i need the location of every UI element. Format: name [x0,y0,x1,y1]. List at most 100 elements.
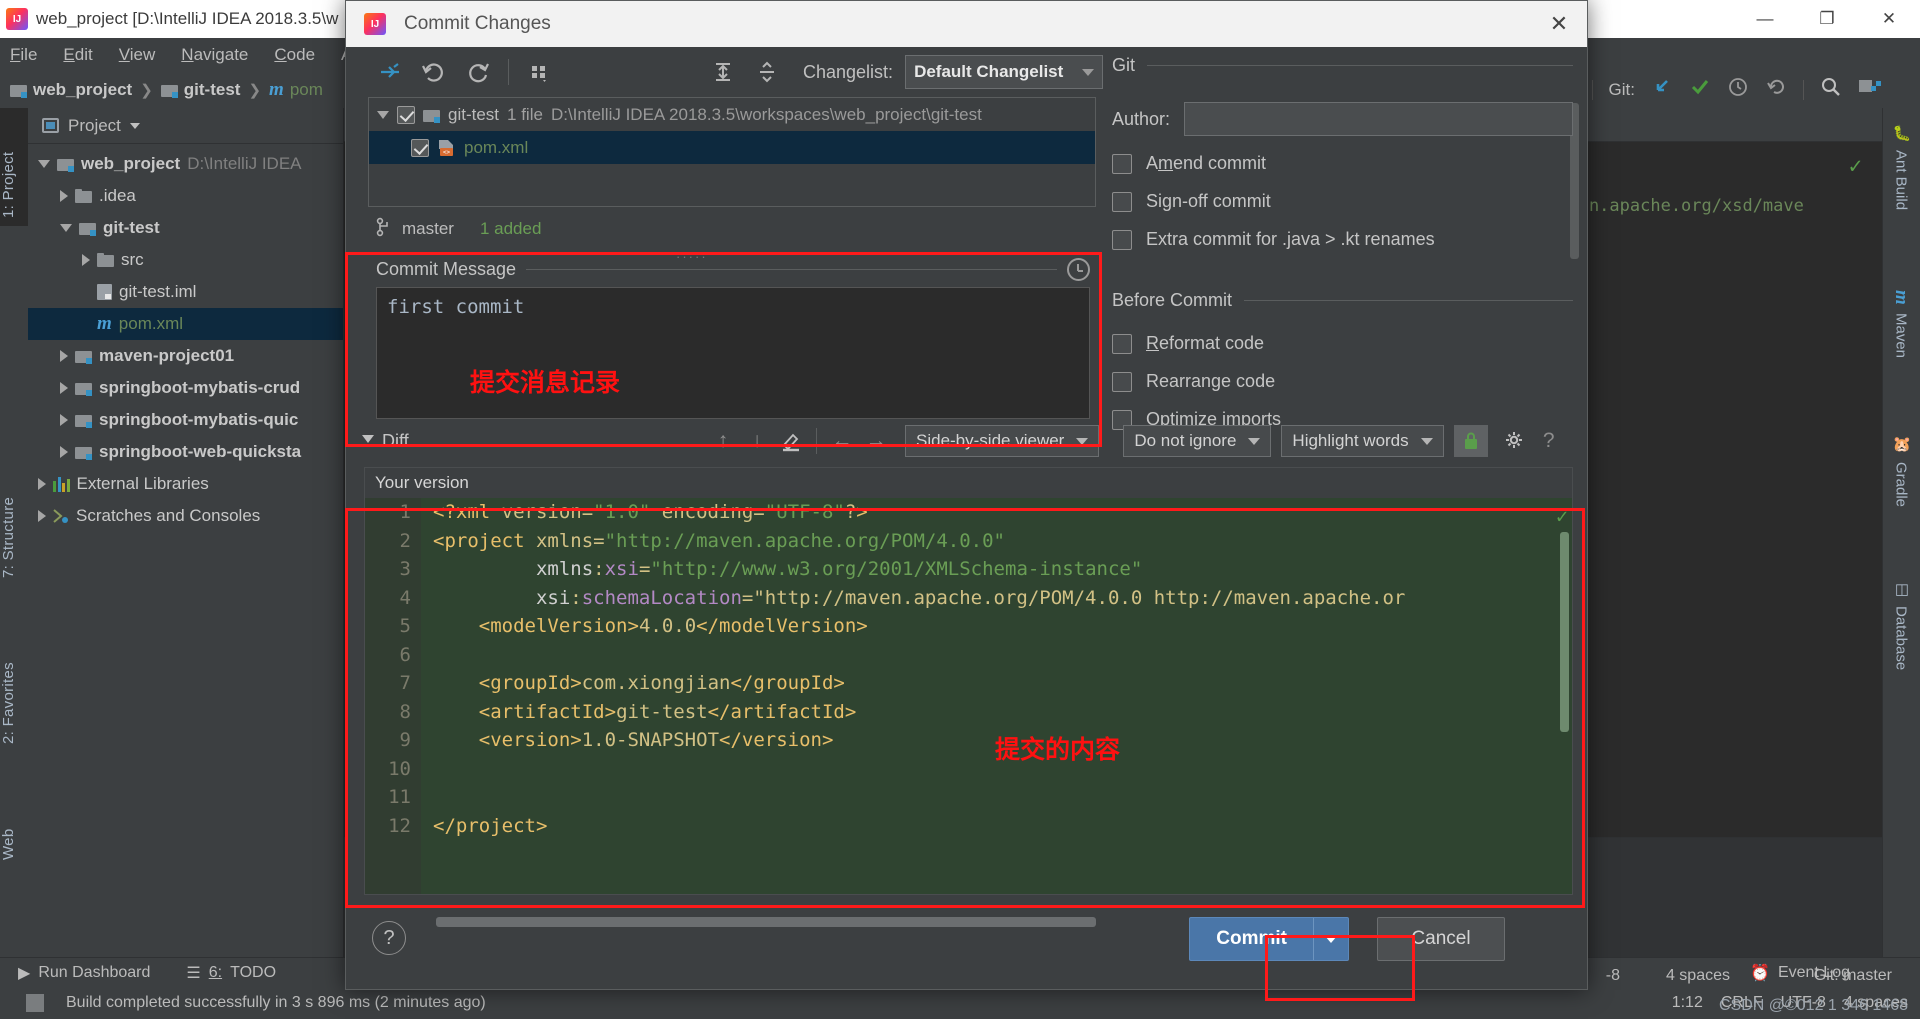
collapse-triangle-icon[interactable] [60,446,68,458]
help-button[interactable]: ? [372,921,406,955]
checkbox-reformat-code[interactable]: Reformat code [1112,333,1573,354]
splitter-handle[interactable]: ····· [676,249,716,264]
question-mark-icon[interactable]: ? [1532,425,1566,457]
revert-icon[interactable] [412,52,456,92]
commit-options-dropdown[interactable] [1314,918,1348,960]
collapse-triangle-icon[interactable] [38,478,46,490]
breadcrumb-item-module[interactable]: git-test [160,80,240,100]
chevron-down-icon[interactable] [129,122,140,129]
checkbox-sign-off-commit[interactable]: Sign-off commit [1112,191,1573,212]
project-tree-item[interactable]: springboot-mybatis-crud [28,372,343,404]
todo-tab[interactable]: ☰ 6: TODO [168,963,294,983]
diff-pane-body[interactable]: 1 2 3 4 5 6 7 8 9 10 11 12 <?xml version="1.0" enco… [365,498,1572,894]
breadcrumb-item-project[interactable]: web_project [10,80,132,100]
diff-code-line[interactable]: xsi:schemaLocation="http://maven.apache.… [433,584,1558,613]
git-revert-icon[interactable] [1765,76,1787,103]
checkbox-box[interactable] [1112,153,1132,174]
menu-item-navigate[interactable]: Navigate [181,45,248,65]
diff-code-line[interactable]: <artifactId>git-test</artifactId> [433,698,1558,727]
diff-vertical-scrollbar[interactable] [1560,532,1569,732]
checkbox-rearrange-code[interactable]: Rearrange code [1112,371,1573,392]
search-icon[interactable] [1820,76,1842,103]
git-history-clock-icon[interactable] [1727,76,1749,103]
previous-difference-icon[interactable]: ↑ [706,425,740,457]
diff-code-line[interactable]: </project> [433,812,1558,841]
expand-triangle-icon[interactable] [60,224,72,232]
sidebar-tab-gradle[interactable]: 🐹 Gradle [1884,426,1918,517]
collapse-triangle-icon[interactable] [60,190,68,202]
git-commit-check-icon[interactable] [1689,76,1711,103]
next-difference-icon[interactable]: ↓ [740,425,774,457]
gear-icon[interactable] [1498,425,1532,457]
sidebar-tab-web[interactable]: Web [0,798,28,868]
commit-button[interactable]: Commit [1189,917,1349,961]
file-row[interactable]: <> pom.xml [369,131,1095,164]
status-git-branch[interactable]: Git: master [1814,967,1892,985]
project-tree-item[interactable]: springboot-web-quicksta [28,436,343,468]
project-tree-item[interactable]: git-test [28,212,343,244]
refresh-icon[interactable] [456,52,500,92]
diff-code-line[interactable]: xmlns:xsi="http://www.w3.org/2001/XMLSch… [433,555,1558,584]
project-tree-item[interactable]: External Libraries [28,468,343,500]
close-button[interactable]: ✕ [1858,0,1920,38]
diff-ignore-select[interactable]: Do not ignore [1123,425,1272,457]
checkbox-box[interactable] [1112,333,1132,354]
accept-left-icon[interactable]: ← [825,425,859,457]
sidebar-tab-favorites[interactable]: 2: Favorites [0,602,28,752]
project-tree-item[interactable]: git-test.iml [28,276,343,308]
collapse-to-left-icon[interactable] [368,52,412,92]
menu-item-code[interactable]: Code [274,45,315,65]
collapse-triangle-icon[interactable] [38,510,46,522]
diff-code-line[interactable] [433,783,1558,812]
project-tree-item[interactable]: m pom.xml [28,308,343,340]
file-group-row[interactable]: git-test 1 file D:\IntelliJ IDEA 2018.3.… [369,98,1095,131]
collapse-all-icon[interactable] [745,52,789,92]
project-tree-item[interactable]: src [28,244,343,276]
menu-item-edit[interactable]: Edit [63,45,92,65]
git-update-icon[interactable] [1651,76,1673,103]
sidebar-tab-structure[interactable]: 7: Structure [0,438,28,586]
dialog-close-button[interactable]: ✕ [1531,1,1587,47]
history-clock-icon[interactable] [1067,257,1090,281]
minimize-button[interactable]: — [1734,0,1796,38]
diff-code-line[interactable]: <project xmlns="http://maven.apache.org/… [433,527,1558,556]
menu-item-view[interactable]: View [119,45,156,65]
checkbox-box[interactable] [1112,371,1132,392]
accept-right-icon[interactable]: → [859,425,893,457]
group-by-icon[interactable] [517,52,561,92]
sidebar-tab-project[interactable]: 1: Project [0,108,28,226]
diff-code-line[interactable]: <groupId>com.xiongjian</groupId> [433,669,1558,698]
diff-code-line[interactable]: <modelVersion>4.0.0</modelVersion> [433,612,1558,641]
collapse-triangle-icon[interactable] [362,434,374,449]
checkbox-extra-commit-renames[interactable]: Extra commit for .java > .kt renames [1112,229,1573,250]
collapse-triangle-icon[interactable] [60,350,68,362]
checkbox-box[interactable] [1112,229,1132,250]
project-tree[interactable]: web_project D:\IntelliJ IDEA .idea git-test… [28,144,343,532]
lock-icon[interactable] [1453,425,1488,457]
project-tree-item[interactable]: .idea [28,180,343,212]
checkbox-box[interactable] [1112,191,1132,212]
status-caret-position[interactable]: 1:12 [1672,994,1703,1012]
sidebar-tab-ant-build[interactable]: 🐛 Ant Build [1884,114,1918,220]
file-checkbox[interactable] [411,138,429,157]
edit-source-icon[interactable] [774,425,808,457]
diff-code-line[interactable]: <?xml version="1.0" encoding="UTF-8"?> [433,498,1558,527]
changelist-select[interactable]: Default Changelist [905,55,1104,89]
group-checkbox[interactable] [397,105,415,124]
collapse-triangle-icon[interactable] [60,382,68,394]
project-panel-header[interactable]: Project [28,108,343,144]
project-tree-item[interactable]: maven-project01 [28,340,343,372]
diff-viewer-mode-select[interactable]: Side-by-side viewer [905,425,1100,457]
cancel-button[interactable]: Cancel [1377,917,1505,961]
diff-code-content[interactable]: <?xml version="1.0" encoding="UTF-8"?> <p… [433,498,1558,894]
commit-message-input[interactable]: first commit [376,287,1090,419]
diff-code-line[interactable] [433,641,1558,670]
expand-triangle-icon[interactable] [38,160,50,168]
expand-triangle-icon[interactable] [377,110,389,119]
sidebar-tab-maven[interactable]: m Maven [1884,280,1918,368]
menu-item-file[interactable]: File [10,45,37,65]
project-tree-item[interactable]: web_project D:\IntelliJ IDEA [28,148,343,180]
expand-all-icon[interactable] [701,52,745,92]
maximize-button[interactable]: ❐ [1796,0,1858,38]
collapse-triangle-icon[interactable] [60,414,68,426]
